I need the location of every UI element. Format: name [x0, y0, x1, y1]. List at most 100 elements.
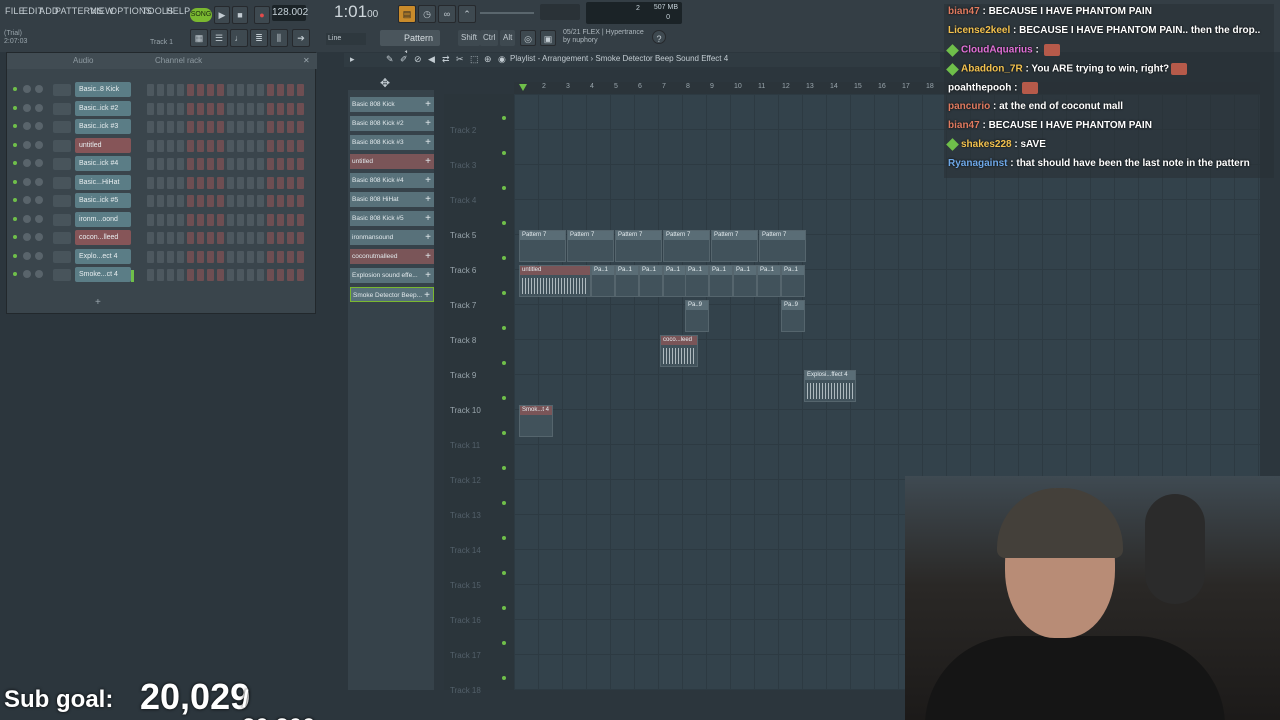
- step-button[interactable]: [267, 102, 274, 115]
- step-button[interactable]: [297, 84, 304, 96]
- step-button[interactable]: [177, 84, 184, 96]
- news-button[interactable]: ▣: [540, 30, 556, 46]
- playback-icon[interactable]: ◉: [498, 54, 506, 65]
- slip-icon[interactable]: ⇄: [442, 54, 450, 65]
- step-button[interactable]: [257, 176, 264, 189]
- plus-icon[interactable]: +: [425, 116, 431, 131]
- step-button[interactable]: [157, 158, 164, 170]
- mixer-track-selector[interactable]: [53, 213, 71, 226]
- step-button[interactable]: [157, 102, 164, 115]
- step-button[interactable]: [197, 176, 204, 189]
- channel-row[interactable]: Basic..ick #2: [7, 100, 317, 118]
- play-button[interactable]: ▶: [214, 6, 230, 24]
- step-button[interactable]: [177, 213, 184, 226]
- picker-item[interactable]: Basic 808 HiHat +: [350, 192, 434, 207]
- step-button[interactable]: [237, 176, 244, 189]
- step-button[interactable]: [217, 269, 224, 281]
- channel-name[interactable]: Basic..ick #2: [75, 100, 131, 116]
- channel-row[interactable]: Basic...HiHat: [7, 174, 317, 192]
- track-mute-led[interactable]: [502, 431, 506, 435]
- playlist-clip[interactable]: Pa..1: [757, 265, 781, 297]
- step-button[interactable]: [207, 232, 214, 244]
- picker-item[interactable]: Basic 808 Kick #5 +: [350, 211, 434, 226]
- channel-name[interactable]: Basic..ick #5: [75, 193, 131, 208]
- step-button[interactable]: [147, 121, 154, 133]
- step-button[interactable]: [257, 102, 264, 115]
- plus-icon[interactable]: +: [424, 288, 430, 301]
- step-button[interactable]: [227, 250, 234, 263]
- step-button[interactable]: [157, 250, 164, 263]
- step-button[interactable]: [287, 195, 294, 207]
- playlist-clip[interactable]: untitled: [519, 265, 591, 297]
- pan-knob[interactable]: [23, 270, 31, 278]
- mixer-track-selector[interactable]: [53, 121, 71, 133]
- step-button[interactable]: [177, 232, 184, 244]
- playlist-clip[interactable]: Pa..9: [685, 300, 709, 332]
- track-label[interactable]: Track 18: [450, 686, 481, 695]
- channel-row[interactable]: Explo...ect 4: [7, 248, 317, 266]
- playlist-clip[interactable]: Pa..1: [615, 265, 639, 297]
- track-mute-led[interactable]: [502, 361, 506, 365]
- step-button[interactable]: [217, 158, 224, 170]
- arrow-icon[interactable]: ▸: [350, 54, 355, 65]
- step-button[interactable]: [297, 139, 304, 152]
- track-label[interactable]: Track 15: [450, 581, 481, 590]
- step-button[interactable]: [187, 213, 194, 226]
- step-button[interactable]: [257, 139, 264, 152]
- step-button[interactable]: [267, 213, 274, 226]
- step-button[interactable]: [257, 84, 264, 96]
- channel-name[interactable]: cocon...lleed: [75, 230, 131, 245]
- track-label[interactable]: Track 8: [450, 336, 476, 345]
- snap-selector[interactable]: Line: [326, 33, 366, 45]
- step-button[interactable]: [177, 158, 184, 170]
- step-button[interactable]: [207, 102, 214, 115]
- step-button[interactable]: [267, 139, 274, 152]
- track-label[interactable]: Track 3: [450, 161, 476, 170]
- step-button[interactable]: [187, 269, 194, 281]
- step-button[interactable]: [207, 121, 214, 133]
- step-button[interactable]: [247, 232, 254, 244]
- step-button[interactable]: [217, 102, 224, 115]
- playlist-clip[interactable]: Smok...t 4: [519, 405, 553, 437]
- plus-icon[interactable]: +: [425, 192, 431, 207]
- step-button[interactable]: [297, 158, 304, 170]
- step-button[interactable]: [157, 121, 164, 133]
- playlist-clip[interactable]: Pa..9: [781, 300, 805, 332]
- picker-item[interactable]: Explosion sound effe... +: [350, 268, 434, 283]
- step-button[interactable]: [277, 158, 284, 170]
- track-label[interactable]: Track 10: [450, 406, 481, 415]
- step-button[interactable]: [187, 176, 194, 189]
- track-mute-led[interactable]: [502, 256, 506, 260]
- pan-knob[interactable]: [23, 196, 31, 204]
- online-button[interactable]: ◎: [520, 30, 536, 46]
- step-button[interactable]: [187, 102, 194, 115]
- step-button[interactable]: [287, 121, 294, 133]
- playlist-clip[interactable]: coco...leed: [660, 335, 698, 367]
- channel-name[interactable]: untitled: [75, 137, 131, 153]
- channel-led[interactable]: [13, 87, 17, 91]
- step-button[interactable]: [287, 176, 294, 189]
- mixer-track-selector[interactable]: [53, 139, 71, 152]
- step-button[interactable]: [177, 176, 184, 189]
- stop-button[interactable]: ■: [232, 6, 248, 24]
- master-volume-slider[interactable]: [480, 12, 534, 14]
- browser-button[interactable]: ➔: [292, 29, 310, 47]
- step-button[interactable]: [257, 213, 264, 226]
- plugin-news[interactable]: 05/21 FLEX | Hypertrance by nuphory: [563, 29, 644, 45]
- track-label[interactable]: Track 5: [450, 231, 476, 240]
- track-mute-led[interactable]: [502, 606, 506, 610]
- volume-knob[interactable]: [35, 214, 43, 223]
- track-mute-led[interactable]: [502, 466, 506, 470]
- close-icon[interactable]: ✕: [303, 53, 310, 69]
- step-button[interactable]: [237, 84, 244, 96]
- step-button[interactable]: [177, 121, 184, 133]
- picker-item[interactable]: Basic 808 Kick +: [350, 97, 434, 112]
- step-button[interactable]: [227, 139, 234, 152]
- step-button[interactable]: [287, 213, 294, 226]
- channel-name[interactable]: Basic...HiHat: [75, 174, 131, 190]
- picker-item[interactable]: Basic 808 Kick #4 +: [350, 173, 434, 188]
- step-button[interactable]: [287, 269, 294, 281]
- step-button[interactable]: [207, 269, 214, 281]
- tempo-display[interactable]: 128.002: [272, 5, 308, 21]
- zoom-icon[interactable]: ⊕: [484, 54, 492, 65]
